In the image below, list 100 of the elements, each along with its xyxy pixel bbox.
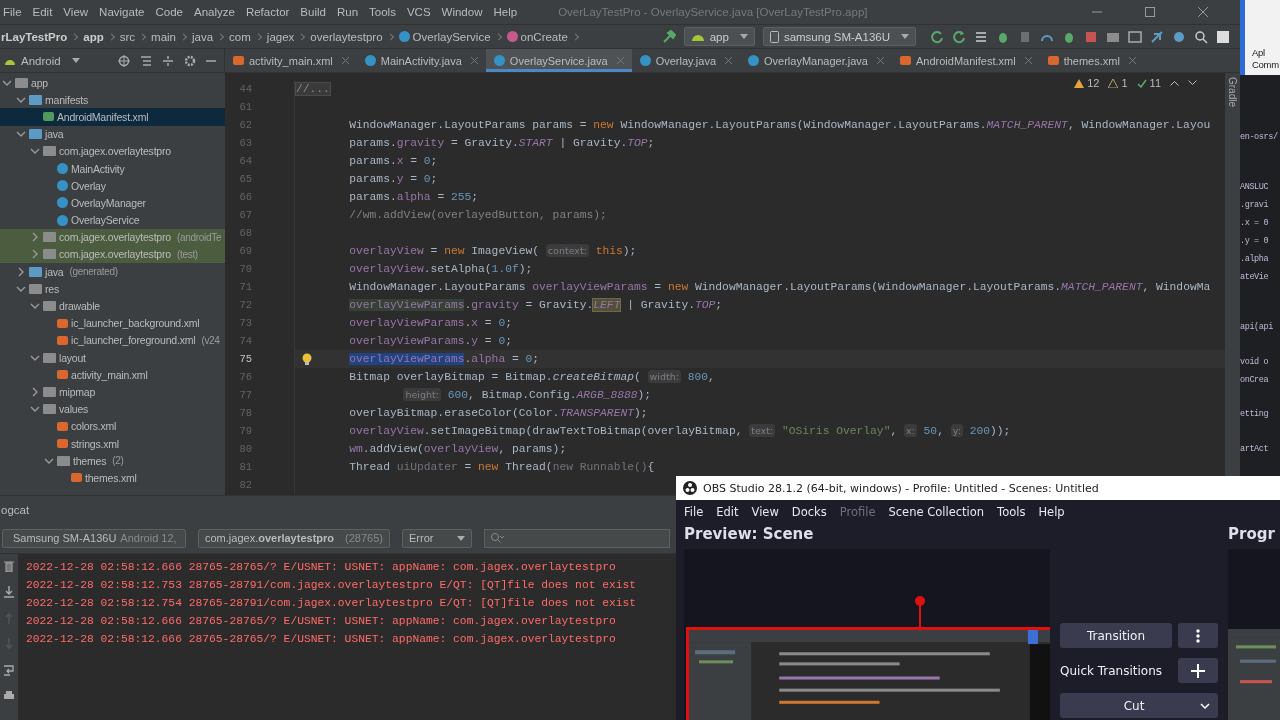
breadcrumb-item[interactable]: com [229,30,264,43]
maximize-icon[interactable] [1145,7,1155,17]
rerun-icon[interactable] [930,29,944,44]
previous-icon[interactable] [1170,80,1179,86]
tree-item[interactable]: ic_launcher_background.xml [0,314,225,332]
device-filter-dropdown[interactable]: Samsung SM-A136U Android 12, [2,528,186,548]
menu-item[interactable]: Tools [997,504,1026,519]
tree-item[interactable]: manifests [0,91,225,109]
search-field[interactable] [484,528,670,548]
breadcrumb-item[interactable]: OverlayService [398,30,504,43]
menu-item[interactable]: View [751,504,779,519]
tree-item[interactable]: themes (2) [0,452,225,470]
process-filter-dropdown[interactable]: com.jagex.overlaytestpro (28765) [198,528,390,548]
tree-item[interactable]: OverlayManager [0,194,225,212]
next-icon[interactable] [1188,80,1197,86]
editor-tab[interactable]: MainActivity.java [356,49,486,72]
breadcrumb-item[interactable]: app [83,30,117,43]
menu-item[interactable]: File [3,6,22,18]
tree-item[interactable]: drawable [0,297,225,315]
hammer-icon[interactable] [661,29,676,44]
expand-icon[interactable] [162,54,174,67]
menu-item[interactable]: Edit [32,6,53,18]
editor-tab[interactable]: Overlay.java [631,49,740,72]
tree-item[interactable]: themes.xml [0,469,225,487]
account-icon[interactable] [1216,29,1230,44]
add-button[interactable] [1178,658,1218,683]
tree-item[interactable]: OverlayService [0,211,225,229]
transition-dropdown[interactable]: Cut [1060,693,1218,718]
breadcrumb-item[interactable]: src [119,30,149,43]
editor-tab[interactable]: activity_main.xml [225,49,357,72]
menu-item[interactable]: Analyze [193,6,235,18]
typo-count[interactable]: 11 [1136,77,1161,89]
menu-item[interactable]: Build [300,6,326,18]
editor-tab[interactable]: OverlayService.java [485,49,632,72]
rotation-handle[interactable] [914,595,926,627]
apply-changes-icon[interactable] [952,29,966,44]
tree-item[interactable]: values [0,400,225,418]
menu-item[interactable]: Help [1038,504,1065,519]
menu-item[interactable]: Docks [791,504,827,519]
tree-item[interactable]: strings.xml [0,434,225,453]
target-icon[interactable] [118,54,130,67]
menu-item[interactable]: Edit [716,504,739,519]
menu-item[interactable]: Navigate [99,6,145,18]
close-icon[interactable] [876,57,884,64]
tree-item[interactable]: java [0,125,225,143]
tree-item[interactable]: layout [0,349,225,367]
transition-button[interactable]: Transition [1060,623,1172,648]
editor-tab[interactable]: themes.xml [1039,49,1144,72]
tree-item[interactable]: activity_main.xml [0,366,225,384]
stop-icon[interactable] [1084,29,1098,44]
close-icon[interactable] [470,57,478,64]
tree-item[interactable]: res [0,280,225,298]
tree-item[interactable]: AndroidManifest.xml [0,108,225,126]
log-level-dropdown[interactable]: Error [402,528,472,548]
tree-item[interactable]: MainActivity [0,159,225,178]
close-icon[interactable] [1128,57,1136,64]
menu-item[interactable]: Scene Collection [888,504,985,519]
close-icon[interactable] [725,57,732,64]
weak-warning-count[interactable]: 1 [1108,77,1128,89]
breadcrumb-item[interactable]: overlaytestpro [310,30,396,43]
search-icon[interactable] [1194,29,1208,44]
more-options-button[interactable] [1178,623,1218,648]
breadcrumb-item[interactable]: main [151,30,189,43]
settings-icon[interactable] [184,54,196,67]
menu-item[interactable]: VCS [406,6,431,18]
menu-item[interactable]: View [63,6,89,18]
warning-count[interactable]: 12 [1074,77,1100,89]
breadcrumb-item[interactable]: onCreate [506,30,581,43]
close-icon[interactable] [1198,7,1208,17]
tree-item[interactable]: java (generated) [0,263,225,281]
project-view-dropdown[interactable]: Android [4,54,80,67]
collapse-icon[interactable] [140,54,152,67]
tree-item[interactable]: com.jagex.overlaytestpro [0,142,225,160]
menu-item[interactable]: Window [441,6,483,18]
layout-icon[interactable] [1128,29,1142,44]
menu-item[interactable]: Run [336,6,359,18]
tree-item[interactable]: app [0,74,225,92]
menu-item[interactable]: Help [493,6,518,18]
breadcrumb-item[interactable]: rLayTestPro [1,30,81,43]
tree-item[interactable]: Overlay [0,177,225,195]
soft-wrap-icon[interactable] [4,664,14,676]
tree-item[interactable]: mipmap [0,383,225,401]
scroll-to-end-icon[interactable] [4,586,14,598]
trash-icon[interactable] [4,560,14,572]
close-icon[interactable] [341,57,349,64]
device-dropdown[interactable]: samsung SM-A136U [762,27,916,46]
menu-item[interactable]: Tools [369,6,396,18]
breadcrumb-item[interactable]: jagex [266,30,308,43]
menu-item[interactable]: Code [155,6,183,18]
list-icon[interactable] [974,29,988,44]
printer-icon[interactable] [4,690,14,702]
close-icon[interactable] [1024,57,1032,64]
gradle-tab[interactable]: Gradle [1227,77,1238,107]
tree-item[interactable]: colors.xml [0,417,225,435]
menu-item[interactable]: File [684,504,704,519]
run-configuration-dropdown[interactable]: app [683,27,755,46]
breadcrumb-item[interactable]: java [192,30,227,43]
editor-tab[interactable]: OverlayManager.java [740,49,892,72]
editor-tab[interactable]: AndroidManifest.xml [891,49,1040,72]
tree-item[interactable]: com.jagex.overlaytestpro (androidTe [0,228,225,246]
